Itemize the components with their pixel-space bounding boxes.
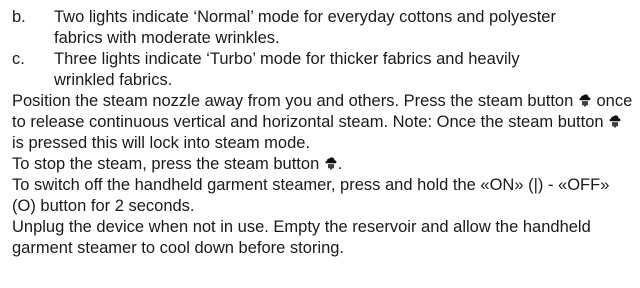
steam-text-3: is pressed this will lock into steam mod… bbox=[12, 134, 311, 152]
list-item-c: c. Three lights indicate ‘Turbo’ mode fo… bbox=[12, 49, 640, 91]
list-text-b: Two lights indicate ‘Normal’ mode for ev… bbox=[54, 8, 556, 47]
steam-text-1: Position the steam nozzle away from you … bbox=[12, 92, 574, 110]
list-item-b: b. Two lights indicate ‘Normal’ mode for… bbox=[12, 7, 640, 49]
list-letter-c: c. bbox=[12, 50, 25, 68]
stop-steam-period: . bbox=[337, 155, 343, 173]
steam-paragraph: Position the steam nozzle away from you … bbox=[12, 91, 636, 154]
manual-page: b. Two lights indicate ‘Normal’ mode for… bbox=[0, 0, 640, 288]
steam-cloud-icon bbox=[325, 157, 337, 170]
list-text-c: Three lights indicate ‘Turbo’ mode for t… bbox=[54, 50, 520, 89]
steam-cloud-icon bbox=[579, 94, 591, 107]
unplug-paragraph: Unplug the device when not in use. Empty… bbox=[12, 218, 591, 257]
list-letter-b: b. bbox=[12, 8, 26, 26]
stop-steam-paragraph: To stop the steam, press the steam butto… bbox=[12, 154, 636, 175]
steam-cloud-icon bbox=[609, 115, 621, 128]
switch-off-paragraph: To switch off the handheld garment steam… bbox=[12, 176, 610, 215]
stop-steam-text: To stop the steam, press the steam butto… bbox=[12, 155, 320, 173]
